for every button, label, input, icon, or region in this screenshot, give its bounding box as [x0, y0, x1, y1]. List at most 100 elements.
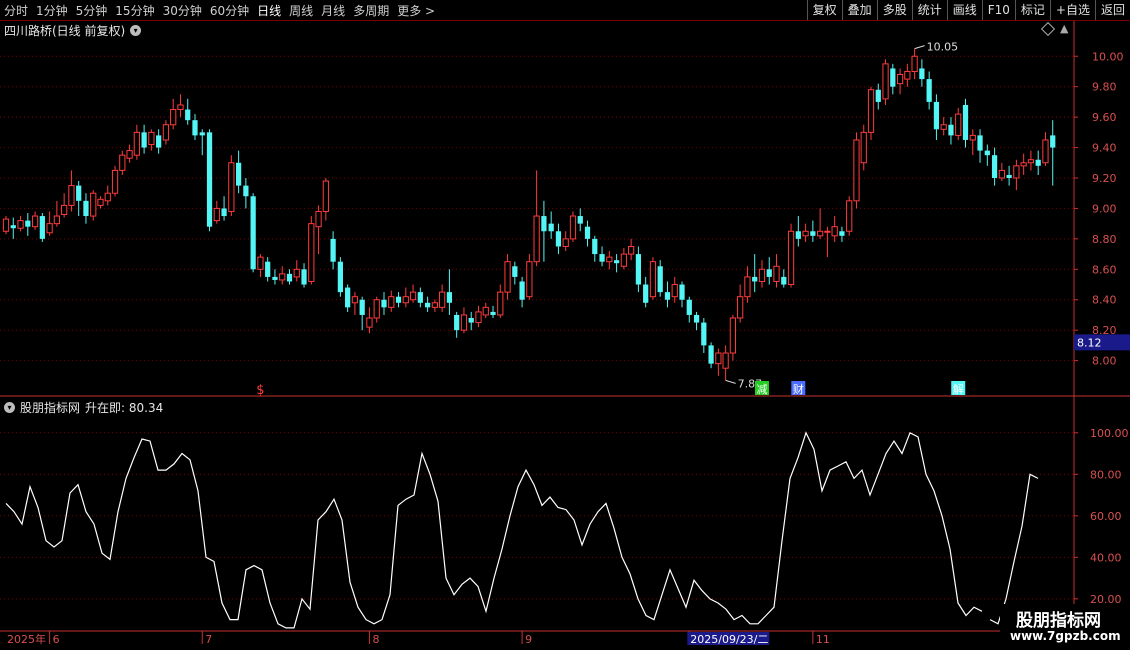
candle-up — [460, 314, 468, 331]
candle-down — [810, 231, 816, 236]
candle-up — [787, 230, 795, 286]
candle-down — [141, 132, 147, 148]
candle-up — [177, 104, 184, 111]
candle-down — [235, 162, 242, 186]
candle-up — [257, 256, 264, 270]
candle-down — [962, 104, 969, 140]
date-label: 8 — [372, 633, 379, 646]
candle-up — [649, 261, 657, 298]
candle-up — [439, 291, 446, 308]
candle-down — [991, 155, 998, 178]
candle-up — [606, 256, 613, 263]
candle-up — [402, 296, 409, 304]
candle-down — [664, 292, 671, 300]
candle-up — [431, 302, 438, 308]
candle-down — [454, 314, 460, 331]
candle-up — [882, 63, 889, 100]
candle-up — [482, 306, 489, 316]
candle-down — [359, 299, 365, 315]
indicator-tick-label: 100.00 — [1090, 427, 1129, 440]
candle-up — [388, 296, 395, 308]
candle-down — [1006, 174, 1012, 178]
date-label: 9 — [525, 633, 532, 646]
candle-down — [10, 225, 16, 229]
current-price-label: 8.12 — [1077, 336, 1102, 349]
date-label: 7 — [205, 633, 212, 646]
candle-down — [592, 238, 598, 255]
price-tick-label: 10.00 — [1092, 50, 1124, 63]
price-tick-label: 8.40 — [1092, 294, 1117, 307]
candle-down — [185, 109, 191, 121]
max-price-label: 10.05 — [927, 41, 959, 54]
candle-up — [911, 55, 918, 72]
candle-up — [409, 291, 417, 301]
candle-down — [345, 287, 351, 308]
candle-up — [802, 230, 809, 237]
price-tick-label: 8.00 — [1092, 355, 1117, 368]
candle-down — [156, 135, 162, 148]
candle-down — [919, 68, 925, 80]
candle-up — [119, 154, 126, 171]
candle-up — [31, 215, 39, 228]
candle-down — [1050, 135, 1056, 148]
candle-up — [867, 89, 875, 133]
candle-up — [533, 215, 540, 263]
indicator-tick-label: 80.00 — [1090, 468, 1122, 481]
candle-down — [272, 276, 278, 280]
candle-up — [831, 226, 838, 237]
candle-down — [265, 261, 271, 277]
candle-up — [853, 139, 860, 202]
date-label: 6 — [53, 633, 60, 646]
candle-down — [795, 231, 801, 239]
event-marker: 财 — [793, 382, 804, 396]
candle-down — [708, 345, 714, 364]
indicator-line — [989, 473, 1039, 625]
candle-down — [25, 220, 31, 227]
candle-down — [686, 299, 692, 315]
candle-up — [715, 352, 722, 365]
candle-down — [948, 124, 954, 136]
date-label: 2025年 — [7, 632, 46, 646]
candle-down — [76, 185, 82, 201]
candle-down — [890, 68, 896, 87]
watermark: 股朋指标网 www.7gpzb.com — [1000, 604, 1130, 650]
candle-down — [83, 200, 89, 217]
candle-down — [446, 292, 453, 303]
date-label: 11 — [816, 633, 830, 646]
candle-down — [781, 276, 787, 285]
event-marker: 解 — [953, 382, 964, 396]
price-tick-label: 9.80 — [1092, 81, 1117, 94]
candle-up — [497, 291, 504, 316]
candle-up — [61, 204, 68, 216]
candle-down — [613, 260, 620, 264]
candle-up — [111, 169, 119, 194]
candle-down — [548, 223, 554, 232]
candle-down — [490, 311, 496, 315]
candle-down — [199, 132, 205, 136]
stock-chart[interactable]: 8.008.208.408.608.809.009.209.409.609.80… — [0, 0, 1130, 650]
candle-down — [584, 226, 591, 239]
candle-down — [395, 296, 402, 303]
candle-down — [39, 216, 45, 239]
indicator-tick-label: 60.00 — [1090, 510, 1122, 523]
candle-up — [148, 131, 155, 146]
candle-up — [351, 296, 359, 304]
candle-down — [221, 208, 227, 217]
candle-up — [722, 352, 729, 369]
event-marker: 减 — [756, 383, 767, 396]
candle-down — [839, 231, 845, 236]
candle-down — [693, 314, 700, 323]
candle-up — [773, 265, 780, 282]
watermark-title: 股朋指标网 — [1016, 611, 1101, 631]
candle-up — [17, 220, 24, 229]
candle-up — [373, 299, 380, 319]
candle-up — [628, 245, 635, 255]
candle-down — [643, 284, 649, 303]
price-tick-label: 9.00 — [1092, 202, 1117, 215]
watermark-url: www.7gpzb.com — [1010, 629, 1121, 643]
price-tick-label: 9.40 — [1092, 142, 1117, 155]
candle-down — [206, 132, 213, 227]
candle-down — [243, 185, 249, 197]
price-tick-label: 9.60 — [1092, 111, 1117, 124]
candle-up — [293, 268, 300, 278]
